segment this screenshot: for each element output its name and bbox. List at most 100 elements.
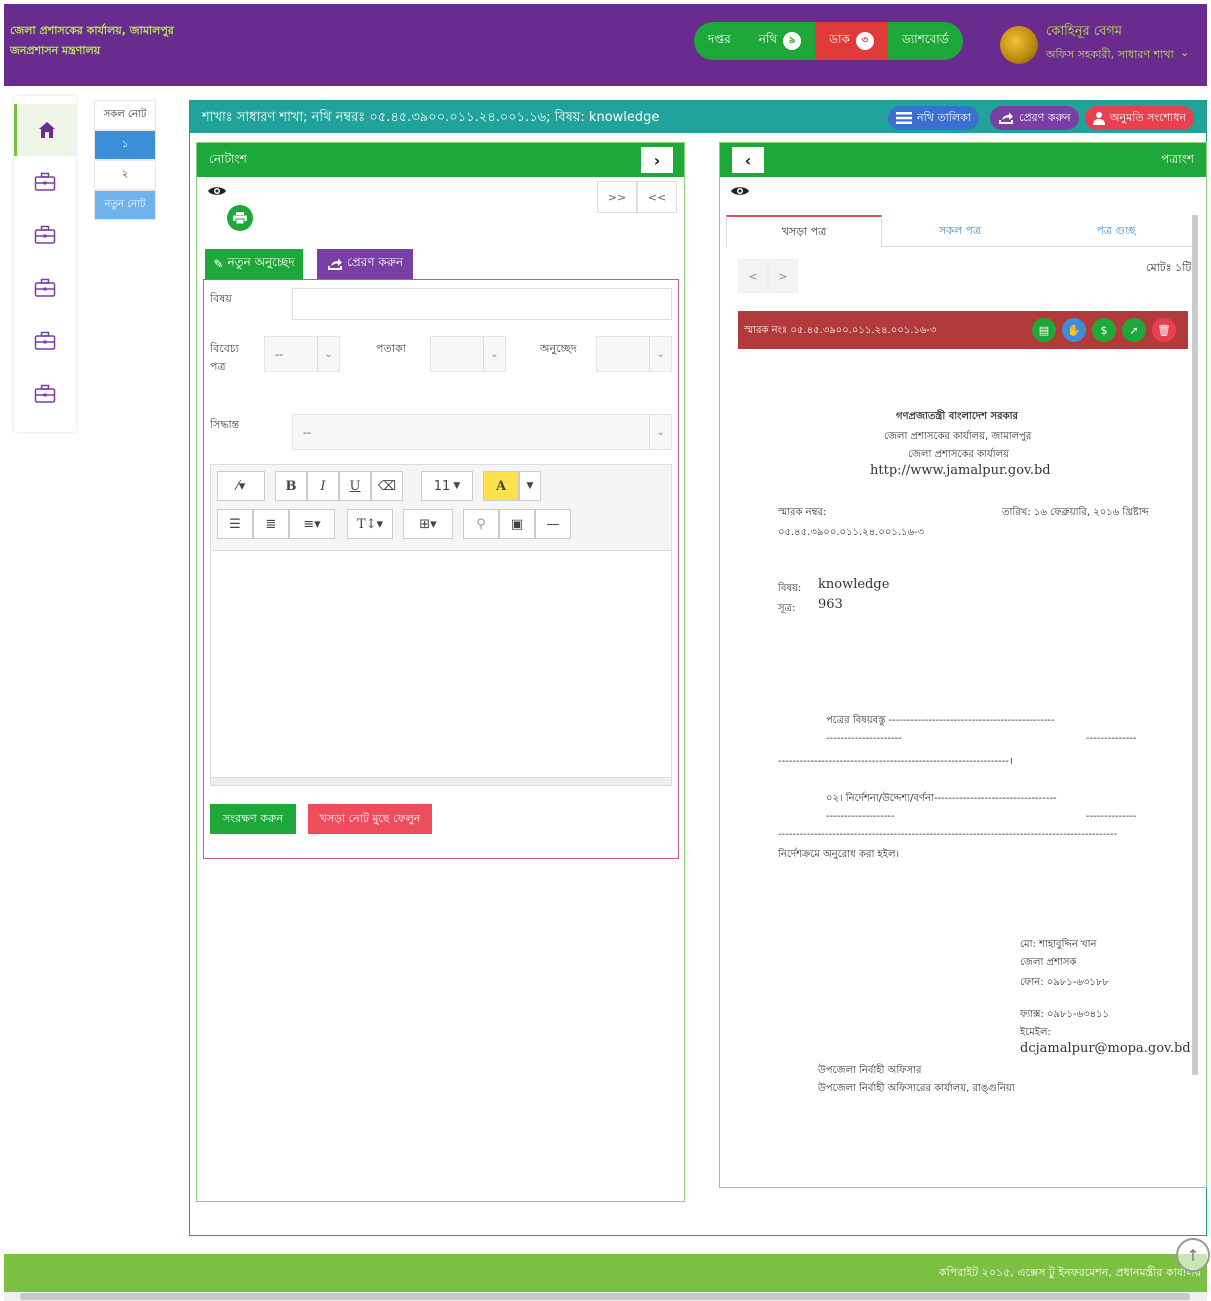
letter-label: বিবেচ্য পত্র: [210, 342, 239, 373]
image-icon[interactable]: ▣: [499, 509, 535, 539]
pager-next-button[interactable]: >: [768, 259, 798, 293]
caret-down-icon[interactable]: ▼: [519, 471, 541, 501]
briefcase-icon[interactable]: [14, 315, 76, 367]
paragraph-select[interactable]: ⌄: [596, 336, 672, 372]
letter-date: তারিখ: ১৬ ফেব্রুয়ারি, ২০১৬ খ্রিষ্টাব্দ: [1002, 507, 1149, 518]
letter-scrollbar[interactable]: [1192, 215, 1198, 1075]
chevron-right-icon[interactable]: ›: [641, 147, 673, 173]
money-icon[interactable]: $: [1092, 318, 1116, 342]
nav-dashboard-label: ড্যাশবোর্ড: [901, 32, 949, 46]
briefcase-icon[interactable]: [14, 156, 76, 208]
save-button[interactable]: সংরক্ষণ করুন: [210, 804, 296, 834]
send-label: প্রেরণ করুন: [1019, 110, 1071, 124]
bold-button[interactable]: B: [275, 471, 307, 501]
underline-button[interactable]: U: [339, 471, 371, 501]
trash-icon[interactable]: 🗑: [1152, 318, 1176, 342]
nav-dak[interactable]: ডাক ৩: [815, 22, 888, 60]
letter-subject-label: বিষয়:: [778, 583, 802, 594]
magic-wand-icon[interactable]: ⁄▾: [217, 471, 265, 501]
letter-sign-name: মো: শাহাবুদ্দিন খান: [1020, 939, 1097, 950]
note-panel-header: নোটাংশ ›: [197, 143, 684, 177]
chevron-down-icon: ⌄: [649, 415, 671, 449]
home-icon[interactable]: [14, 104, 76, 156]
dak-count-badge: ৩: [855, 32, 874, 50]
chevron-left-icon[interactable]: ‹: [732, 147, 764, 173]
memo-bar: স্মারক নংঃ ০৫.৪৫.৩৯০০.০১১.২৪.০০১.১৬-৩ ▤ …: [738, 311, 1188, 349]
tab-letter-group[interactable]: পত্র গুচ্ছ: [1038, 215, 1194, 247]
chevron-down-icon[interactable]: ⌄: [1180, 46, 1189, 59]
numbered-list-icon[interactable]: ≣: [253, 509, 289, 539]
letter-sign-title: জেলা প্রশাসক: [1020, 957, 1077, 968]
pager-prev-button[interactable]: <: [738, 259, 768, 293]
letter-body-line: ----------------------------------------…: [778, 829, 1118, 840]
nav-daptar[interactable]: দপ্তর: [694, 22, 745, 60]
nav-dak-label: ডাক: [829, 32, 850, 46]
briefcase-icon[interactable]: [14, 209, 76, 261]
subject-label: বিষয়: [210, 292, 232, 305]
new-paragraph-button[interactable]: ✎ নতুন অনুচ্ছেদ: [205, 249, 303, 279]
tab-all-letters[interactable]: সকল পত্র: [882, 215, 1038, 247]
chevron-down-icon: ⌄: [317, 337, 339, 371]
delete-draft-button[interactable]: খসড়া নোট মুছে ফেলুন: [308, 804, 432, 834]
sidebar-rail: [14, 96, 76, 432]
letter-website: http://www.jamalpur.gov.bd: [870, 463, 1051, 478]
nav-daptar-label: দপ্তর: [708, 32, 731, 46]
horizontal-scrollbar[interactable]: [4, 1292, 1207, 1301]
letter-pager: < >: [738, 259, 798, 293]
note-list: সকল নোট ১ ২ নতুন নোট: [94, 100, 156, 220]
editor-body[interactable]: [211, 551, 671, 779]
align-icon[interactable]: ≡▾: [289, 509, 335, 539]
briefcase-icon[interactable]: [14, 368, 76, 420]
letter-panel-title: পত্রাংশ: [1161, 152, 1194, 166]
eraser-icon[interactable]: ⌫: [371, 471, 403, 501]
font-size-select[interactable]: 11 ▼: [421, 471, 473, 501]
compass-icon[interactable]: ➚: [1122, 318, 1146, 342]
permission-edit-button[interactable]: অনুমতি সংশোধন: [1085, 106, 1194, 130]
editor-resize-handle[interactable]: [211, 777, 671, 785]
edit-icon: ✎: [213, 257, 224, 271]
letter-body-line: --------------: [1086, 733, 1137, 744]
hand-icon[interactable]: ✋: [1062, 318, 1086, 342]
subject-input[interactable]: [292, 288, 672, 320]
scroll-top-icon[interactable]: ↑: [1176, 1238, 1210, 1272]
user-name[interactable]: কোহিনূর বেগম: [1046, 22, 1122, 43]
letter-office: জেলা প্রশাসকের কার্যালয়, জামালপুর: [884, 431, 1032, 442]
nav-nothi[interactable]: নথি ৯: [744, 22, 816, 60]
send-note-button[interactable]: প্রেরণ করুন: [317, 249, 413, 279]
nothi-list-button[interactable]: নথি তালিকা: [888, 106, 980, 130]
print-icon[interactable]: ▤: [1032, 318, 1056, 342]
note-list-item[interactable]: ২: [94, 160, 156, 190]
nothi-count-badge: ৯: [783, 32, 802, 50]
bullet-list-icon[interactable]: ☰: [217, 509, 253, 539]
letter-ref: 963: [818, 597, 843, 612]
briefcase-icon[interactable]: [14, 262, 76, 314]
nav-dashboard[interactable]: ড্যাশবোর্ড: [887, 22, 963, 60]
user-role[interactable]: অফিস সহকারী, সাধারণ শাখা: [1046, 46, 1174, 65]
link-icon[interactable]: ⚲: [463, 509, 499, 539]
tab-draft-letter[interactable]: খসড়া পত্র: [726, 215, 882, 247]
avatar[interactable]: [1000, 26, 1038, 64]
eye-icon[interactable]: [207, 185, 227, 201]
flag-select[interactable]: ⌄: [430, 336, 506, 372]
letter-sign-phone: ফোন: ০৯৮১-৬৩১৮৮: [1020, 977, 1109, 988]
letter-panel: ‹ পত্রাংশ খসড়া পত্র সকল পত্র পত্র গুচ্ছ…: [719, 142, 1207, 1188]
send-button[interactable]: প্রেরণ করুন: [990, 106, 1079, 130]
text-height-icon[interactable]: T↕▾: [347, 509, 393, 539]
print-icon[interactable]: [227, 205, 253, 231]
note-list-item[interactable]: ১: [94, 130, 156, 160]
eye-icon[interactable]: [730, 185, 750, 201]
letter-panel-header: ‹ পত্রাংশ: [720, 143, 1206, 177]
pager-next-button[interactable]: >>: [597, 181, 637, 213]
text-color-button[interactable]: A: [483, 471, 519, 501]
decision-select[interactable]: -- ⌄: [292, 414, 672, 450]
note-form: বিষয় বিবেচ্য পত্র -- ⌄ পতাকা ⌄ অনুচ্ছেদ …: [203, 279, 679, 859]
pager-prev-button[interactable]: <<: [637, 181, 677, 213]
letter-select[interactable]: -- ⌄: [264, 336, 340, 372]
scrollbar-thumb[interactable]: [20, 1293, 1190, 1300]
note-list-all[interactable]: সকল নোট: [94, 100, 156, 130]
horizontal-rule-icon[interactable]: —: [535, 509, 571, 539]
letter-select-value: --: [275, 347, 283, 361]
new-note-button[interactable]: নতুন নোট: [94, 190, 156, 220]
italic-button[interactable]: I: [307, 471, 339, 501]
table-icon[interactable]: ⊞▾: [403, 509, 453, 539]
